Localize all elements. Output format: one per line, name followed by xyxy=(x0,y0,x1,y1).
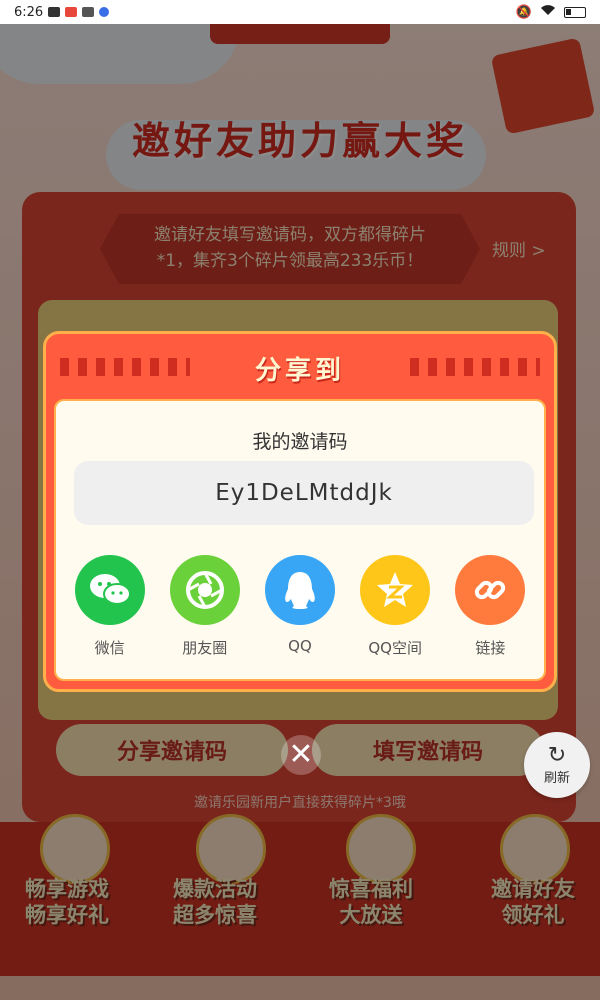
share-target-qq[interactable]: QQ xyxy=(258,555,342,658)
battery-icon xyxy=(564,6,586,18)
status-bar: 6:26 🔕 xyxy=(0,0,600,24)
share-dialog: 分享到 我的邀请码 Ey1DeLMtddJk 微信 朋友圈 QQ QQ空间 链接 xyxy=(43,331,557,692)
dialog-title: 分享到 xyxy=(254,356,345,386)
qzone-icon xyxy=(360,555,431,625)
close-icon: ✕ xyxy=(288,737,314,772)
close-button[interactable]: ✕ xyxy=(281,735,321,775)
invite-code-label: 我的邀请码 xyxy=(252,431,348,453)
invite-code-box[interactable]: Ey1DeLMtddJk xyxy=(74,461,534,525)
share-target-qzone[interactable]: QQ空间 xyxy=(353,555,437,658)
browser-icon xyxy=(99,7,110,17)
calendar-icon xyxy=(82,7,95,17)
refresh-label: 刷新 xyxy=(543,770,570,786)
share-target-label: QQ空间 xyxy=(368,639,422,657)
status-left: 6:26 xyxy=(14,4,110,20)
status-time: 6:26 xyxy=(14,4,44,20)
share-target-label: 链接 xyxy=(475,639,506,657)
link-icon xyxy=(455,555,526,625)
mute-icon: 🔕 xyxy=(515,4,532,20)
qq-icon xyxy=(264,555,335,625)
share-target-label: QQ xyxy=(288,637,312,655)
moments-icon xyxy=(169,555,240,625)
dialog-body: 我的邀请码 Ey1DeLMtddJk 微信 朋友圈 QQ QQ空间 链接 xyxy=(54,399,546,681)
status-right: 🔕 xyxy=(516,4,586,20)
refresh-button[interactable]: ↻ 刷新 xyxy=(524,732,590,798)
refresh-icon: ↻ xyxy=(547,742,567,768)
share-target-label: 朋友圈 xyxy=(182,639,228,657)
share-target-label: 微信 xyxy=(94,639,125,657)
wechat-icon xyxy=(74,555,145,625)
share-target-link[interactable]: 链接 xyxy=(448,555,532,658)
video-icon xyxy=(48,7,61,17)
app-icon xyxy=(65,7,78,17)
share-targets: 微信 朋友圈 QQ QQ空间 链接 xyxy=(56,555,544,658)
share-target-wechat[interactable]: 微信 xyxy=(68,555,152,658)
wifi-icon xyxy=(540,4,556,20)
share-target-moments[interactable]: 朋友圈 xyxy=(163,555,247,658)
